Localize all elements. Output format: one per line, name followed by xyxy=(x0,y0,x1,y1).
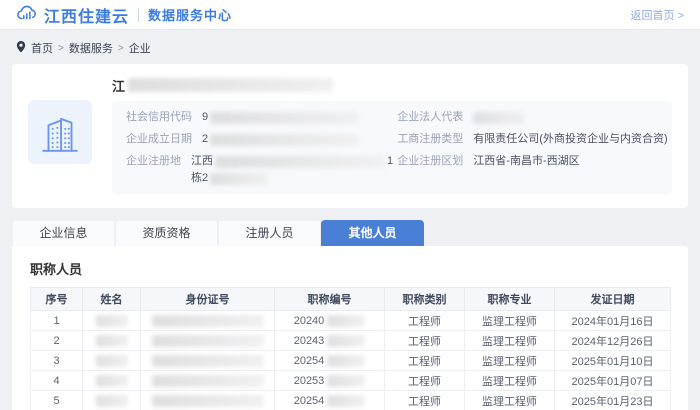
field-founding-date: 企业成立日期 2 xyxy=(126,132,397,147)
redacted-name xyxy=(96,375,128,387)
redacted-id-number xyxy=(152,355,264,367)
section-title: 职称人员 xyxy=(12,246,688,287)
tab-other-personnel[interactable]: 其他人员 xyxy=(321,220,424,246)
detail-tabs: 企业信息 资质资格 注册人员 其他人员 xyxy=(12,220,688,246)
brand-divider xyxy=(138,8,139,22)
tab-content-panel: 职称人员 序号 姓名 身份证号 职称编号 职称类别 职称专业 发证日期 1 20… xyxy=(12,246,688,410)
table-row: 1 20240 工程师 监理工程师 2024年01月16日 xyxy=(31,311,671,331)
brand-title: 江西住建云 xyxy=(44,3,129,27)
redacted-title-number xyxy=(327,395,365,407)
field-registration-type: 工商注册类型 有限责任公司(外商投资企业与内资合资) xyxy=(397,132,658,147)
company-info-panel: 社会信用代码 9 企业成立日期 2 企业注册地 江西 xyxy=(112,101,672,194)
redacted-name xyxy=(96,335,128,347)
col-name: 姓名 xyxy=(83,288,141,311)
redacted-name xyxy=(96,355,128,367)
redacted-title-number xyxy=(327,355,365,367)
location-pin-icon xyxy=(16,41,26,56)
site-subtitle: 数据服务中心 xyxy=(148,5,232,24)
field-credit-code: 社会信用代码 9 xyxy=(126,110,397,125)
tab-registered-personnel[interactable]: 注册人员 xyxy=(218,220,321,246)
field-registered-address: 企业注册地 江西 1 栋2 xyxy=(126,154,397,186)
redacted-id-number xyxy=(152,335,264,347)
redacted-company-name xyxy=(128,78,333,92)
col-id-number: 身份证号 xyxy=(141,288,275,311)
col-title-number: 职称编号 xyxy=(275,288,385,311)
breadcrumb-separator: > xyxy=(118,43,124,54)
redacted-address-line2 xyxy=(210,173,268,185)
brand-logo[interactable]: 江西住建云 xyxy=(16,3,129,27)
cloud-chart-logo-icon xyxy=(16,5,38,25)
redacted-name xyxy=(96,395,128,407)
company-details: 江 社会信用代码 9 企业成立日期 2 xyxy=(112,74,672,194)
company-summary-card: 江 社会信用代码 9 企业成立日期 2 xyxy=(12,64,688,208)
company-name: 江 xyxy=(112,74,672,96)
col-title-category: 职称类别 xyxy=(385,288,465,311)
top-header-bar: 江西住建云 数据服务中心 返回首页 > xyxy=(0,0,700,30)
redacted-id-number xyxy=(152,395,264,407)
redacted-address xyxy=(215,156,385,168)
breadcrumb-separator: > xyxy=(58,43,64,54)
titled-personnel-table: 序号 姓名 身份证号 职称编号 职称类别 职称专业 发证日期 1 20240 工… xyxy=(30,287,671,410)
breadcrumb-item-home[interactable]: 首页 xyxy=(31,40,53,56)
field-registration-district: 企业注册区划 江西省-南昌市-西湖区 xyxy=(397,154,658,169)
breadcrumb-item-enterprise: 企业 xyxy=(129,40,151,56)
breadcrumb-item-data-service[interactable]: 数据服务 xyxy=(69,40,113,56)
building-icon xyxy=(28,100,92,164)
back-home-link[interactable]: 返回首页 > xyxy=(631,7,684,23)
col-seq: 序号 xyxy=(31,288,83,311)
table-row: 5 20254 工程师 监理工程师 2025年01月23日 xyxy=(31,391,671,410)
redacted-title-number xyxy=(327,335,365,347)
redacted-name xyxy=(96,315,128,327)
tab-enterprise-info[interactable]: 企业信息 xyxy=(12,220,115,246)
field-legal-representative: 企业法人代表 xyxy=(397,110,658,125)
tab-qualifications[interactable]: 资质资格 xyxy=(115,220,218,246)
table-header-row: 序号 姓名 身份证号 职称编号 职称类别 职称专业 发证日期 xyxy=(31,288,671,311)
redacted-title-number xyxy=(327,375,365,387)
breadcrumb: 首页 > 数据服务 > 企业 xyxy=(0,30,700,64)
table-row: 4 20253 工程师 监理工程师 2025年01月07日 xyxy=(31,371,671,391)
redacted-id-number xyxy=(152,315,264,327)
redacted-founding-date xyxy=(210,134,358,146)
redacted-id-number xyxy=(152,375,264,387)
redacted-legal-representative xyxy=(473,112,525,124)
table-row: 2 20243 工程师 监理工程师 2024年12月26日 xyxy=(31,331,671,351)
redacted-credit-code xyxy=(210,112,358,124)
col-issue-date: 发证日期 xyxy=(555,288,671,311)
redacted-title-number xyxy=(327,315,365,327)
table-row: 3 20254 工程师 监理工程师 2025年01月10日 xyxy=(31,351,671,371)
col-title-specialty: 职称专业 xyxy=(465,288,555,311)
